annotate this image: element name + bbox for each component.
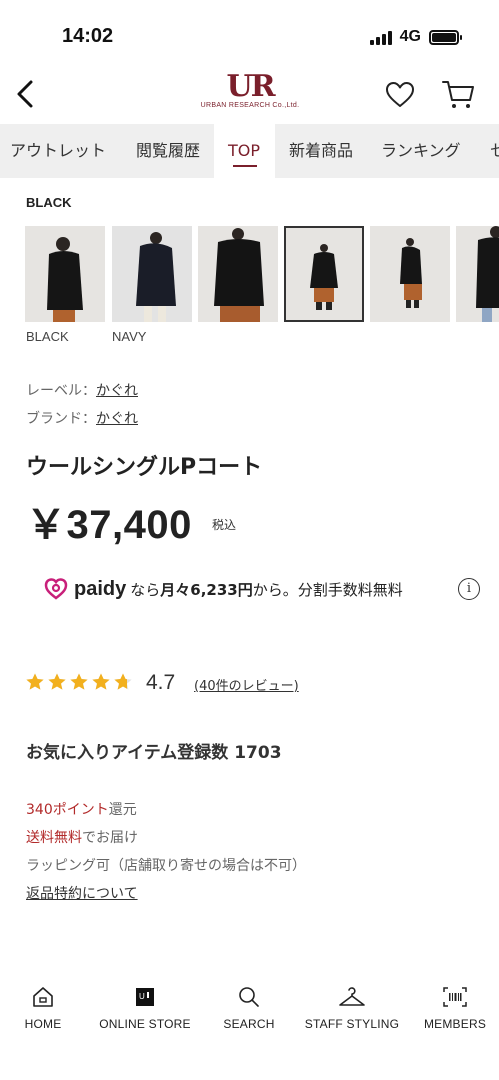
star-icon <box>26 673 44 690</box>
nav-home-label: HOME <box>24 1017 62 1031</box>
battery-icon <box>429 29 462 45</box>
product-image <box>112 226 192 322</box>
paidy-suffix: から。分割手数料無料 <box>252 580 403 599</box>
shipping-free: 送料無料 <box>26 830 82 846</box>
tab-ranking[interactable]: ランキング <box>381 124 461 178</box>
search-icon <box>239 987 259 1007</box>
nav-members[interactable]: MEMBERS <box>405 983 499 1031</box>
product-image <box>370 226 450 322</box>
tab-history[interactable]: 閲覧履歴 <box>136 124 200 178</box>
nav-home[interactable]: HOME <box>0 983 93 1031</box>
shipping-rest: でお届け <box>82 830 138 846</box>
status-indicators: 4G <box>369 28 462 46</box>
logo-mark: UR <box>226 69 275 104</box>
points-rest: 還元 <box>108 802 137 818</box>
product-image <box>25 226 105 322</box>
product-image <box>456 226 499 322</box>
back-button[interactable] <box>10 76 40 112</box>
rating-value: 4.7 <box>146 671 176 694</box>
rating-stars <box>25 672 133 692</box>
nav-online-store-label: ONLINE STORE <box>99 1017 191 1031</box>
nav-online-store[interactable]: U ONLINE STORE <box>95 983 195 1031</box>
product-image <box>198 226 278 322</box>
thumbnail-3[interactable] <box>198 226 278 322</box>
selected-color-label: BLACK <box>26 195 72 210</box>
nav-members-label: MEMBERS <box>423 1017 487 1031</box>
paidy-brand: paidy <box>74 577 127 600</box>
network-type: 4G <box>399 28 421 45</box>
label-key: レーベル： <box>26 383 96 399</box>
nav-staff-styling[interactable]: STAFF STYLING <box>302 983 402 1031</box>
label-row: レーベル：かぐれ <box>26 380 138 400</box>
cart-button[interactable] <box>441 78 475 110</box>
hanger-icon <box>339 987 365 1006</box>
thumbnail-2[interactable] <box>112 226 192 322</box>
star-icon <box>48 673 66 690</box>
paidy-monthly: 月々6,233円 <box>160 580 253 599</box>
wrapping-info: ラッピング可（店舗取り寄せの場合は不可） <box>26 858 306 874</box>
info-icon[interactable]: i <box>458 578 480 600</box>
star-icon <box>114 673 132 690</box>
heart-icon <box>386 82 414 107</box>
barcode-icon <box>443 987 467 1007</box>
brand-row: ブランド：かぐれ <box>26 408 138 428</box>
swatch-label-black: BLACK <box>26 329 69 344</box>
thumbnail-5[interactable] <box>370 226 450 322</box>
swatch-label-navy: NAVY <box>112 329 147 344</box>
tax-note: 税込 <box>212 518 237 532</box>
nav-staff-styling-label: STAFF STYLING <box>304 1017 400 1031</box>
tab-top[interactable]: TOP <box>214 124 275 178</box>
brand-logo[interactable]: UR URBAN RESEARCH Co.,Ltd. <box>190 72 310 120</box>
product-title: ウールシングルPコート <box>26 455 263 480</box>
thumbnail-6[interactable] <box>456 226 499 322</box>
favorite-count: お気に入りアイテム登録数 1703 <box>26 743 282 763</box>
returns-policy-link[interactable]: 返品特約について <box>26 883 138 903</box>
label-link[interactable]: かぐれ <box>96 383 138 399</box>
bottom-navigation: HOME U ONLINE STORE SEARCH STAFF STYLING <box>0 975 499 1080</box>
paidy-banner[interactable]: paidy なら月々6,233円から。分割手数料無料 <box>44 574 403 604</box>
product-price: ￥37,400 <box>26 503 192 547</box>
tab-outlet[interactable]: アウトレット <box>10 124 106 178</box>
review-count-link[interactable]: (40件のレビュー) <box>194 675 299 694</box>
svg-text:U: U <box>139 992 145 1001</box>
cart-icon <box>442 81 474 108</box>
paidy-text: なら月々6,233円から。分割手数料無料 <box>130 579 402 600</box>
product-image <box>286 228 362 320</box>
thumbnail-4-selected[interactable] <box>284 226 364 322</box>
favorite-button[interactable] <box>385 80 415 110</box>
thumbnail-1[interactable] <box>25 226 105 322</box>
active-tab-indicator <box>233 165 257 167</box>
store-icon: U <box>136 988 154 1006</box>
tab-new-arrivals[interactable]: 新着商品 <box>289 124 353 178</box>
points-value: 340ポイント <box>26 802 109 818</box>
points-info: 340ポイント還元 <box>26 799 137 819</box>
paidy-logo-icon <box>44 578 68 600</box>
home-icon <box>33 987 53 1007</box>
status-bar: 14:02 4G <box>0 0 499 62</box>
category-tabs: アウトレット 閲覧履歴 TOP 新着商品 ランキング セ <box>0 124 499 178</box>
app-header: UR URBAN RESEARCH Co.,Ltd. <box>0 62 499 124</box>
color-thumbnails <box>25 226 499 324</box>
brand-key: ブランド： <box>26 411 96 427</box>
star-icon <box>70 673 88 690</box>
tab-top-label: TOP <box>228 141 261 160</box>
brand-link[interactable]: かぐれ <box>96 411 138 427</box>
shipping-info: 送料無料でお届け <box>26 827 138 847</box>
tab-more[interactable]: セ <box>490 124 499 178</box>
logo-text: URBAN RESEARCH Co.,Ltd. <box>200 102 300 109</box>
paidy-prefix: なら <box>130 580 161 599</box>
chevron-left-icon <box>17 80 33 108</box>
status-time: 14:02 <box>62 25 114 47</box>
star-icon <box>92 673 110 690</box>
signal-icon <box>369 29 392 45</box>
nav-search-label: SEARCH <box>223 1017 275 1031</box>
nav-search[interactable]: SEARCH <box>199 983 299 1031</box>
